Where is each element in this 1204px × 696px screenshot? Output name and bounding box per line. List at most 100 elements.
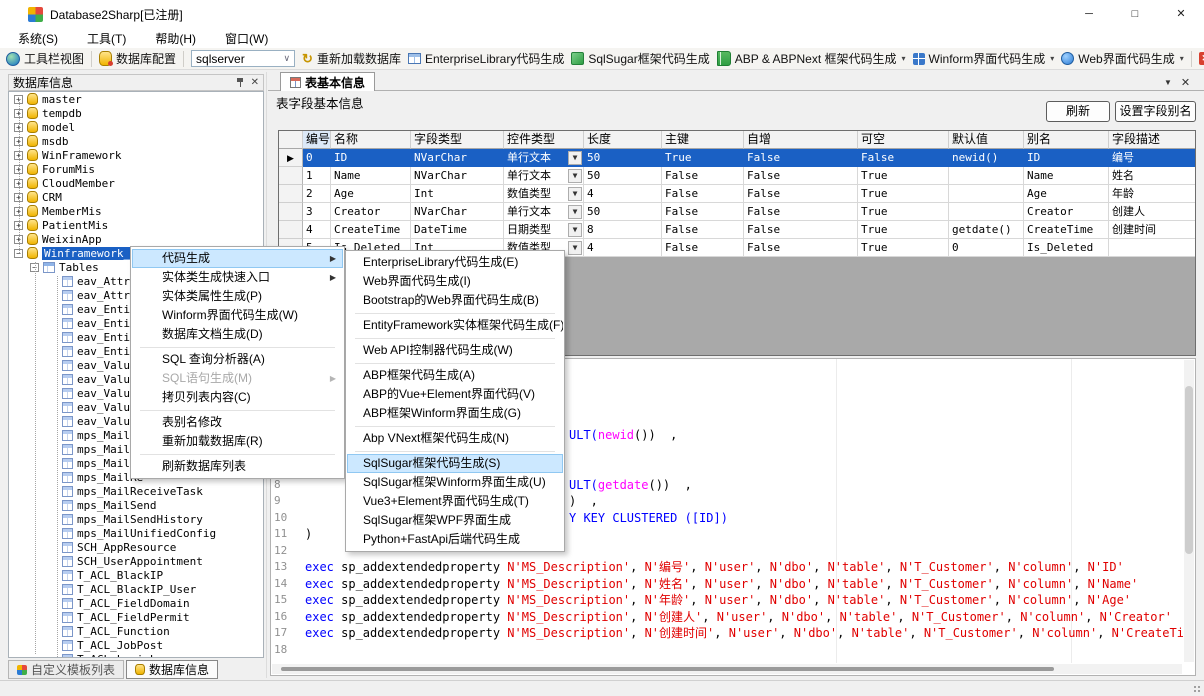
tree-item-PatientMis[interactable]: +PatientMis — [9, 218, 263, 232]
column-header-字段描述[interactable]: 字段描述 — [1109, 131, 1196, 149]
grid-cell[interactable] — [949, 203, 1024, 221]
tab-table-basic-info[interactable]: 表基本信息 — [280, 72, 375, 91]
grid-cell[interactable]: Creator — [331, 203, 411, 221]
grid-cell[interactable] — [949, 167, 1024, 185]
grid-cell[interactable] — [1109, 239, 1196, 257]
grid-cell[interactable]: True — [858, 203, 949, 221]
column-header-字段类型[interactable]: 字段类型 — [411, 131, 504, 149]
grid-cell[interactable]: False — [662, 185, 744, 203]
horizontal-scrollbar[interactable] — [272, 664, 1182, 674]
tree-item-mps_MailSendHistory[interactable]: mps_MailSendHistory — [9, 512, 263, 526]
combo-dropdown-icon[interactable]: ▼ — [568, 169, 582, 183]
sqlsugar-button[interactable]: SqlSugar框架代码生成 — [571, 50, 709, 67]
pin-icon[interactable] — [236, 78, 245, 87]
grid-cell[interactable]: True — [662, 149, 744, 167]
column-header-自增[interactable]: 自增 — [744, 131, 858, 149]
tree-item-T_ACL_Function[interactable]: T_ACL_Function — [9, 624, 263, 638]
context-menu-item-13[interactable]: 刷新数据库列表 — [132, 457, 343, 476]
tree-item-T_ACL_FieldDomain[interactable]: T_ACL_FieldDomain — [9, 596, 263, 610]
combo-dropdown-icon[interactable]: ▼ — [568, 205, 582, 219]
maximize-button[interactable]: □ — [1112, 0, 1158, 28]
grid-cell[interactable] — [949, 185, 1024, 203]
grid-cell[interactable]: 单行文本▼ — [504, 149, 584, 167]
grid-cell[interactable]: NVarChar — [411, 149, 504, 167]
grid-cell[interactable]: NVarChar — [411, 203, 504, 221]
tree-item-T_ACL_BlackIP_User[interactable]: T_ACL_BlackIP_User — [9, 582, 263, 596]
context-menu-item-1[interactable]: 实体类生成快速入口▶ — [132, 268, 343, 287]
grid-cell[interactable]: 50 — [584, 149, 662, 167]
tree-item-WinFramework[interactable]: +WinFramework — [9, 148, 263, 162]
tree-item-model[interactable]: +model — [9, 120, 263, 134]
grid-cell[interactable]: 3 — [303, 203, 331, 221]
grid-cell[interactable]: 4 — [584, 185, 662, 203]
grid-cell[interactable]: 0 — [303, 149, 331, 167]
grid-cell[interactable]: 1 — [303, 167, 331, 185]
submenu-item-9[interactable]: ABP的Vue+Element界面代码(V) — [347, 385, 563, 404]
menubar-item-0[interactable]: 系统(S) — [18, 30, 58, 47]
grid-cell[interactable]: False — [858, 149, 949, 167]
submenu-item-6[interactable]: Web API控制器代码生成(W) — [347, 341, 563, 360]
grid-cell[interactable]: False — [662, 203, 744, 221]
scrollbar-thumb[interactable] — [281, 667, 1054, 671]
grid-cell[interactable]: Is_Deleted — [1024, 239, 1109, 257]
grid-cell[interactable]: 0 — [949, 239, 1024, 257]
grid-cell[interactable]: 创建人 — [1109, 203, 1196, 221]
context-menu-item-3[interactable]: Winform界面代码生成(W) — [132, 306, 343, 325]
tree-item-T_ACL_BlackIP[interactable]: T_ACL_BlackIP — [9, 568, 263, 582]
close-button[interactable]: ✕ — [1158, 0, 1204, 28]
grid-cell[interactable]: 单行文本▼ — [504, 203, 584, 221]
grid-cell[interactable]: False — [744, 149, 858, 167]
minimize-button[interactable]: ─ — [1066, 0, 1112, 28]
grid-cell[interactable]: ID — [1024, 149, 1109, 167]
submenu-item-2[interactable]: Bootstrap的Web界面代码生成(B) — [347, 291, 563, 310]
menubar-item-2[interactable]: 帮助(H) — [155, 30, 196, 47]
tree-item-master[interactable]: +master — [9, 92, 263, 106]
row-header-cell[interactable] — [279, 221, 303, 239]
grid-cell[interactable]: 年龄 — [1109, 185, 1196, 203]
context-menu-item-4[interactable]: 数据库文档生成(D) — [132, 325, 343, 344]
combo-dropdown-icon[interactable]: ▼ — [568, 187, 582, 201]
close-icon[interactable]: ✕ — [1181, 76, 1190, 89]
winform-button[interactable]: Winform界面代码生成 ▾ — [913, 50, 1055, 67]
toolbar-view-button[interactable]: 工具栏视图 — [6, 50, 84, 67]
context-menu-item-10[interactable]: 表别名修改 — [132, 413, 343, 432]
column-header-长度[interactable]: 长度 — [584, 131, 662, 149]
grid-cell[interactable]: 8 — [584, 221, 662, 239]
grid-cell[interactable]: CreateTime — [1024, 221, 1109, 239]
chevron-down-icon[interactable]: ▼ — [1164, 78, 1172, 87]
grid-cell[interactable]: False — [744, 167, 858, 185]
tree-item-WeixinApp[interactable]: +WeixinApp — [9, 232, 263, 246]
row-header-cell[interactable] — [279, 203, 303, 221]
set-alias-button[interactable]: 设置字段别名 — [1115, 101, 1196, 122]
tab-database-info[interactable]: 数据库信息 — [126, 660, 218, 679]
combo-dropdown-icon[interactable]: ▼ — [568, 151, 582, 165]
grid-corner-cell[interactable] — [279, 131, 303, 149]
tree-item-MemberMis[interactable]: +MemberMis — [9, 204, 263, 218]
grid-cell[interactable]: CreateTime — [331, 221, 411, 239]
grid-cell[interactable]: 姓名 — [1109, 167, 1196, 185]
tree-item-SCH_AppResource[interactable]: SCH_AppResource — [9, 540, 263, 554]
grid-cell[interactable]: False — [662, 221, 744, 239]
grid-cell[interactable]: False — [744, 221, 858, 239]
submenu-item-10[interactable]: ABP框架Winform界面生成(G) — [347, 404, 563, 423]
submenu-item-4[interactable]: EntityFramework实体框架代码生成(F) — [347, 316, 563, 335]
grid-cell[interactable]: False — [744, 239, 858, 257]
submenu-item-12[interactable]: Abp VNext框架代码生成(N) — [347, 429, 563, 448]
refresh-button[interactable]: 刷新 — [1046, 101, 1110, 122]
exit-button[interactable]: ✕ 退出 — [1199, 50, 1204, 67]
context-menu-item-0[interactable]: 代码生成▶ — [132, 249, 343, 268]
column-header-可空[interactable]: 可空 — [858, 131, 949, 149]
tree-item-tempdb[interactable]: +tempdb — [9, 106, 263, 120]
submenu-item-18[interactable]: Python+FastApi后端代码生成 — [347, 530, 563, 549]
tree-item-mps_MailSend[interactable]: mps_MailSend — [9, 498, 263, 512]
column-header-默认值[interactable]: 默认值 — [949, 131, 1024, 149]
row-header-cell[interactable] — [279, 167, 303, 185]
grid-cell[interactable]: True — [858, 185, 949, 203]
abp-button[interactable]: ABP & ABPNext 框架代码生成 ▾ — [717, 50, 906, 67]
submenu-item-15[interactable]: SqlSugar框架Winform界面生成(U) — [347, 473, 563, 492]
grid-cell[interactable]: False — [744, 203, 858, 221]
submenu-item-14[interactable]: SqlSugar框架代码生成(S) — [347, 454, 563, 473]
grid-cell[interactable]: Name — [1024, 167, 1109, 185]
tree-item-CloudMember[interactable]: +CloudMember — [9, 176, 263, 190]
grid-cell[interactable]: getdate() — [949, 221, 1024, 239]
